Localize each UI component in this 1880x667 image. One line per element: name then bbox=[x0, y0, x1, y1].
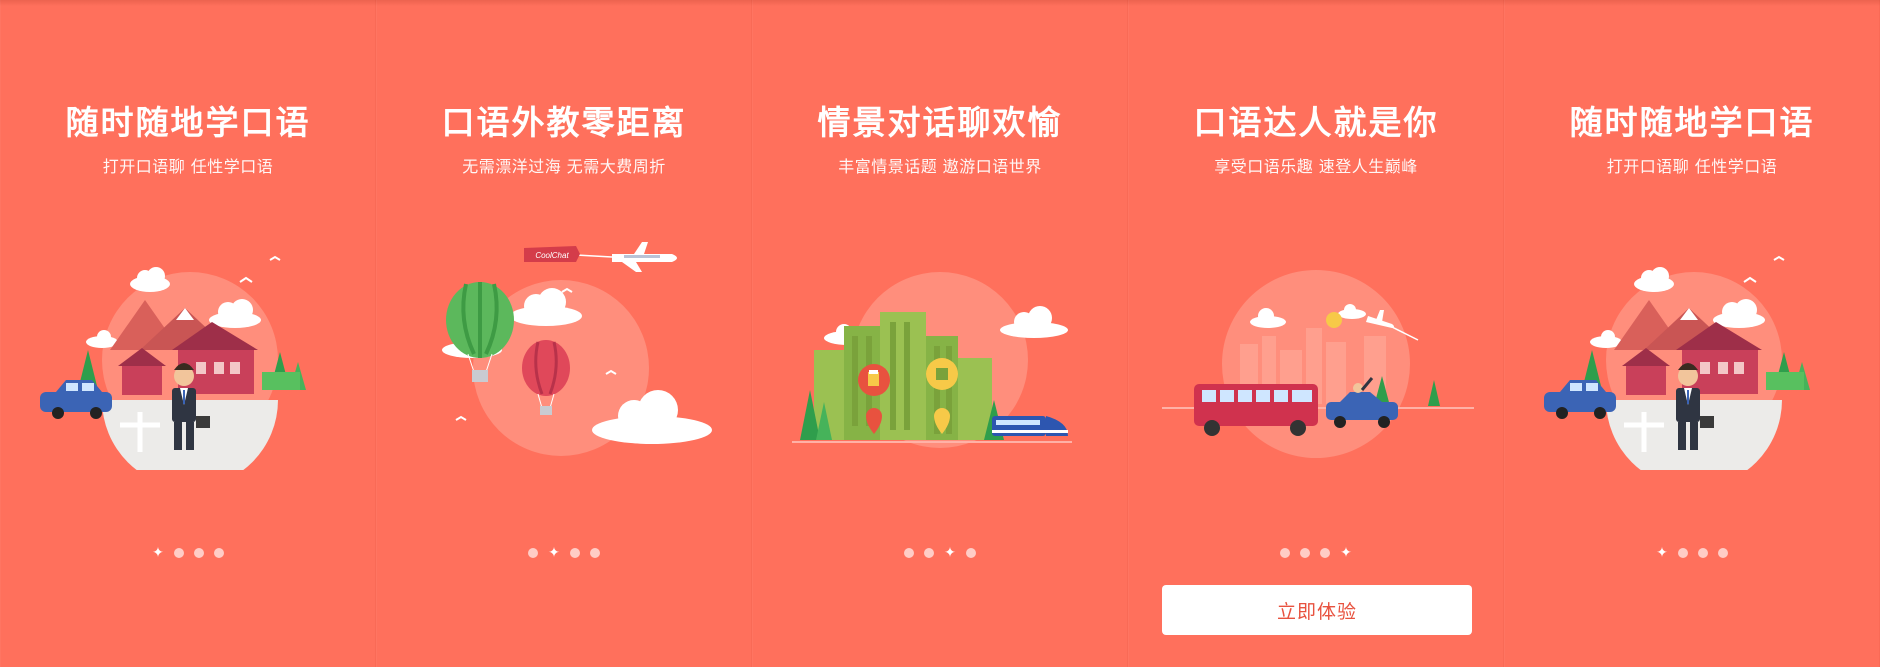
indicator-dot-icon bbox=[174, 548, 184, 558]
indicator-dot-icon bbox=[1678, 548, 1688, 558]
indicator-dot-icon bbox=[924, 548, 934, 558]
road-trip-illustration bbox=[1162, 270, 1474, 458]
panel-title: 随时随地学口语 bbox=[1569, 103, 1815, 142]
coolchat-banner: CoolChat bbox=[524, 246, 580, 262]
page-indicator: ✦ bbox=[376, 545, 752, 561]
indicator-dot-icon bbox=[528, 548, 538, 558]
panel-title: 口语外教零距离 bbox=[441, 103, 687, 142]
indicator-star-icon: ✦ bbox=[1340, 545, 1352, 561]
try-now-button[interactable]: 立即体验 bbox=[1162, 585, 1472, 635]
indicator-star-icon: ✦ bbox=[1656, 545, 1668, 561]
panel-title: 口语达人就是你 bbox=[1193, 103, 1439, 142]
page-indicator: ✦ bbox=[1128, 545, 1504, 561]
panel-subtitle: 打开口语聊 任性学口语 bbox=[102, 157, 274, 176]
indicator-dot-icon bbox=[194, 548, 204, 558]
panel-subtitle: 无需漂洋过海 无需大费周折 bbox=[462, 157, 666, 176]
indicator-star-icon: ✦ bbox=[548, 545, 560, 561]
panel-title: 随时随地学口语 bbox=[65, 103, 311, 142]
car-icon bbox=[1544, 380, 1616, 419]
panel-subtitle: 打开口语聊 任性学口语 bbox=[1606, 157, 1778, 176]
city-scenario-illustration bbox=[792, 272, 1072, 448]
page-indicator: ✦ bbox=[752, 545, 1128, 561]
travel-balloon-illustration: CoolChat bbox=[442, 242, 712, 456]
panel-title: 情景对话聊欢愉 bbox=[817, 103, 1063, 142]
indicator-dot-icon bbox=[1698, 548, 1708, 558]
indicator-dot-icon bbox=[590, 548, 600, 558]
page-indicator: ✦ bbox=[0, 545, 376, 561]
indicator-dot-icon bbox=[1280, 548, 1290, 558]
onboarding-panel-3[interactable]: 情景对话聊欢愉 丰富情景话题 遨游口语世界 ✦ bbox=[752, 0, 1128, 667]
city-commute-illustration bbox=[1544, 255, 1810, 470]
indicator-dot-icon bbox=[1718, 548, 1728, 558]
page-indicator: ✦ bbox=[1504, 545, 1880, 561]
train-icon bbox=[992, 416, 1068, 436]
onboarding-strip: 随时随地学口语 打开口语聊 任性学口语 ✦ 口语外教零距离 无需漂洋过海 无需大… bbox=[0, 0, 1880, 667]
city-commute-illustration bbox=[40, 255, 306, 470]
indicator-dot-icon bbox=[904, 548, 914, 558]
car-icon bbox=[40, 380, 112, 419]
indicator-dot-icon bbox=[1320, 548, 1330, 558]
panel-subtitle: 享受口语乐趣 速登人生巅峰 bbox=[1214, 157, 1418, 176]
airplane-icon bbox=[612, 242, 677, 272]
panel-subtitle: 丰富情景话题 遨游口语世界 bbox=[838, 157, 1042, 176]
onboarding-panel-4[interactable]: 口语达人就是你 享受口语乐趣 速登人生巅峰 ✦ 立即体验 bbox=[1128, 0, 1504, 667]
indicator-dot-icon bbox=[214, 548, 224, 558]
indicator-dot-icon bbox=[966, 548, 976, 558]
indicator-star-icon: ✦ bbox=[152, 545, 164, 561]
indicator-dot-icon bbox=[1300, 548, 1310, 558]
onboarding-panel-1[interactable]: 随时随地学口语 打开口语聊 任性学口语 ✦ bbox=[0, 0, 376, 667]
sun-icon bbox=[1326, 312, 1342, 328]
indicator-star-icon: ✦ bbox=[944, 545, 956, 561]
onboarding-panel-5[interactable]: 随时随地学口语 打开口语聊 任性学口语 ✦ bbox=[1504, 0, 1880, 667]
indicator-dot-icon bbox=[570, 548, 580, 558]
banner-label: CoolChat bbox=[535, 251, 569, 260]
onboarding-panel-2[interactable]: 口语外教零距离 无需漂洋过海 无需大费周折 CoolChat ✦ bbox=[376, 0, 752, 667]
